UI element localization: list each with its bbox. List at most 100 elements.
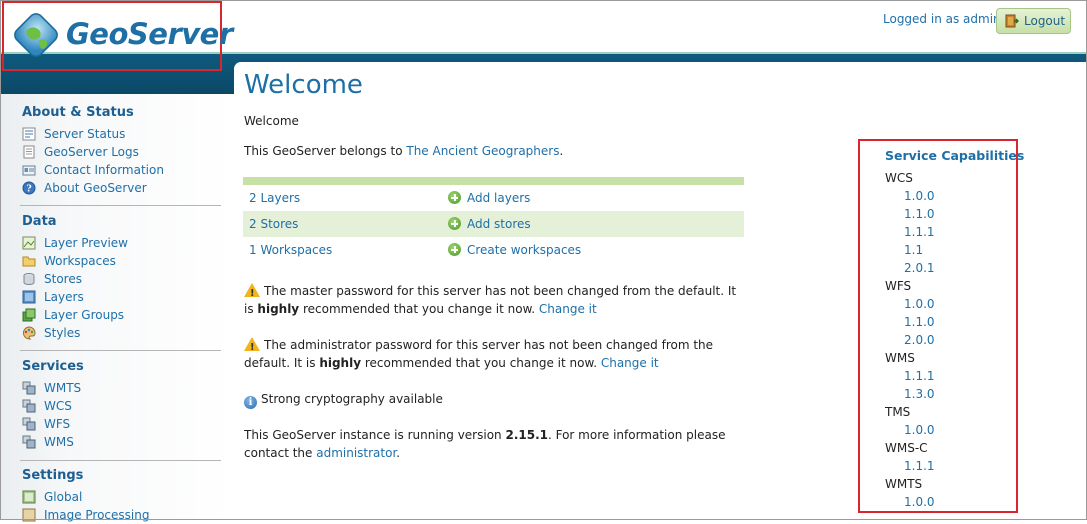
sidebar-item-label: Layer Groups xyxy=(44,308,125,322)
sidebar-item-geoserver-logs[interactable]: GeoServer Logs xyxy=(22,144,139,161)
sidebar-item-about-geoserver[interactable]: ? About GeoServer xyxy=(22,180,147,197)
version-text: This GeoServer instance is running versi… xyxy=(244,428,506,442)
add-icon xyxy=(448,243,461,256)
sidebar-item-label: Layers xyxy=(44,290,84,304)
sidebar-item-label: Server Status xyxy=(44,127,126,141)
service-icon xyxy=(22,381,36,395)
welcome-subtitle: Welcome xyxy=(244,114,299,128)
sidebar-item-global[interactable]: Global xyxy=(22,489,82,506)
capability-version-link[interactable]: 1.3.0 xyxy=(904,387,935,401)
capability-version-link[interactable]: 1.0.0 xyxy=(904,495,935,509)
sidebar: About & Status Server Status GeoServer L… xyxy=(0,94,232,522)
globe-icon xyxy=(22,490,36,504)
workspaces-count-link[interactable]: 1 Workspaces xyxy=(249,237,332,263)
sidebar-item-label: Global xyxy=(44,490,83,504)
logout-button[interactable]: Logout xyxy=(996,8,1071,34)
sidebar-section-data: Data xyxy=(22,214,57,229)
create-workspaces-label: Create workspaces xyxy=(467,243,582,257)
capabilities-title: Service Capabilities xyxy=(885,148,1025,163)
sidebar-item-wmts[interactable]: WMTS xyxy=(22,380,81,397)
master-password-warning: The master password for this server has … xyxy=(244,282,744,318)
capability-version-link[interactable]: 1.1.0 xyxy=(904,315,935,329)
sidebar-item-label: About GeoServer xyxy=(44,181,147,195)
logs-icon xyxy=(23,145,35,159)
sidebar-item-layers[interactable]: Layers xyxy=(22,289,84,306)
sidebar-section-about: About & Status xyxy=(22,105,134,120)
catalog-summary-table: 2 Layers Add layers 2 Stores Add stores … xyxy=(243,177,744,263)
warning-icon xyxy=(244,283,260,303)
sidebar-item-contact-information[interactable]: Contact Information xyxy=(22,162,164,179)
capability-version-link[interactable]: 1.1.0 xyxy=(904,207,935,221)
administrator-link[interactable]: administrator xyxy=(316,446,396,460)
add-layers-link[interactable]: Add layers xyxy=(448,185,530,211)
warning-emphasis: highly xyxy=(319,356,362,370)
sidebar-section-settings: Settings xyxy=(22,468,84,483)
warning-emphasis: highly xyxy=(257,302,300,316)
create-workspaces-link[interactable]: Create workspaces xyxy=(448,237,581,263)
sidebar-divider xyxy=(20,460,221,461)
capability-service-wfs: WFS xyxy=(885,279,912,293)
sidebar-item-layer-preview[interactable]: Layer Preview xyxy=(22,235,128,252)
sidebar-divider xyxy=(20,205,221,206)
sidebar-item-stores[interactable]: Stores xyxy=(22,271,82,288)
sidebar-item-server-status[interactable]: Server Status xyxy=(22,126,125,143)
logout-door-icon xyxy=(1005,14,1019,28)
capability-version-link[interactable]: 1.1.1 xyxy=(904,369,935,383)
capability-service-wcs: WCS xyxy=(885,171,913,185)
crypto-info: i Strong cryptography available xyxy=(244,390,744,409)
sidebar-item-label: WFS xyxy=(44,417,71,431)
capability-service-wms-c: WMS-C xyxy=(885,441,928,455)
sidebar-item-label: Stores xyxy=(44,272,82,286)
table-row: 2 Layers Add layers xyxy=(243,185,744,211)
admin-password-warning: The administrator password for this serv… xyxy=(244,336,744,372)
logged-in-status: Logged in as admin. xyxy=(883,12,1005,26)
sidebar-item-image-processing[interactable]: Image Processing xyxy=(22,507,149,524)
server-status-icon xyxy=(22,127,36,141)
owner-link[interactable]: The Ancient Geographers xyxy=(406,144,559,158)
add-icon xyxy=(448,217,461,230)
add-icon xyxy=(448,191,461,204)
contact-card-icon xyxy=(22,165,36,176)
sidebar-item-layer-groups[interactable]: Layer Groups xyxy=(22,307,124,324)
service-icon xyxy=(22,435,36,449)
page-title: Welcome xyxy=(244,70,363,100)
sidebar-item-styles[interactable]: Styles xyxy=(22,325,80,342)
sidebar-item-label: Contact Information xyxy=(44,163,164,177)
table-row: 2 Stores Add stores xyxy=(243,211,744,237)
sidebar-item-wfs[interactable]: WFS xyxy=(22,416,70,433)
sidebar-item-wms[interactable]: WMS xyxy=(22,434,74,451)
add-stores-link[interactable]: Add stores xyxy=(448,211,531,237)
logout-label: Logout xyxy=(1024,14,1066,28)
info-icon: i xyxy=(244,396,257,409)
sidebar-item-wcs[interactable]: WCS xyxy=(22,398,72,415)
capability-version-link[interactable]: 2.0.0 xyxy=(904,333,935,347)
capability-version-link[interactable]: 1.1.1 xyxy=(904,225,935,239)
owner-prefix: This GeoServer belongs to xyxy=(244,144,407,158)
capability-version-link[interactable]: 1.0.0 xyxy=(904,423,935,437)
change-master-password-link[interactable]: Change it xyxy=(539,302,597,316)
layers-count-link[interactable]: 2 Layers xyxy=(249,185,300,211)
table-row: 1 Workspaces Create workspaces xyxy=(243,237,744,263)
warning-icon xyxy=(244,337,260,357)
version-number: 2.15.1 xyxy=(505,428,548,442)
layers-icon xyxy=(22,290,36,304)
capability-version-link[interactable]: 1.1.1 xyxy=(904,459,935,473)
folder-icon xyxy=(22,256,36,267)
capability-version-link[interactable]: 1.0.0 xyxy=(904,189,935,203)
capability-version-link[interactable]: 2.0.1 xyxy=(904,261,935,275)
sidebar-item-label: Workspaces xyxy=(44,254,116,268)
owner-suffix: . xyxy=(559,144,564,158)
logo-highlight-box: GeoServer xyxy=(2,1,233,71)
service-icon xyxy=(22,417,36,431)
capability-version-link[interactable]: 1.1 xyxy=(904,243,923,257)
geoserver-globe-icon xyxy=(14,13,58,57)
sidebar-item-workspaces[interactable]: Workspaces xyxy=(22,253,116,270)
stores-count-link[interactable]: 2 Stores xyxy=(249,211,298,237)
version-text: . xyxy=(396,446,401,460)
sidebar-item-label: WMS xyxy=(44,435,74,449)
change-admin-password-link[interactable]: Change it xyxy=(601,356,659,370)
capability-version-link[interactable]: 1.0.0 xyxy=(904,297,935,311)
sidebar-item-label: WMTS xyxy=(44,381,82,395)
layer-preview-icon xyxy=(22,236,36,250)
warning-text: recommended that you change it now. xyxy=(299,302,539,316)
